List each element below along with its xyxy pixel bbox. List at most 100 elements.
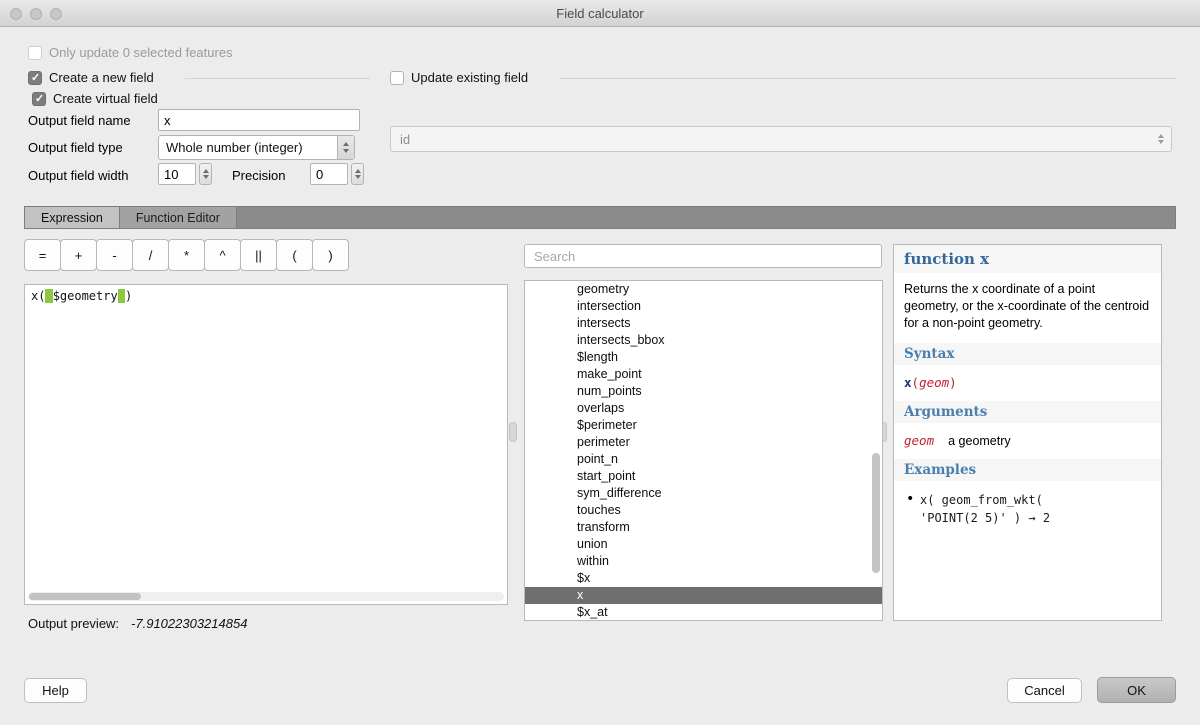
arrow-up-icon (343, 142, 349, 146)
group-divider (185, 78, 370, 79)
create-new-field-checkbox[interactable]: Create a new field (28, 70, 154, 85)
update-existing-field-label: Update existing field (411, 70, 528, 85)
argument-description: a geometry (948, 434, 1011, 448)
output-field-type-combobox[interactable]: Whole number (integer) (158, 135, 355, 160)
function-list-item[interactable]: num_points (525, 383, 882, 400)
function-list-item[interactable]: overlaps (525, 400, 882, 417)
stepper-icon[interactable] (337, 136, 354, 159)
function-help-panel: function x Returns the x coordinate of a… (893, 244, 1162, 621)
function-list-item[interactable]: intersects_bbox (525, 332, 882, 349)
arrow-up-icon (355, 169, 361, 173)
example-line-1: x( geom_from_wkt( (920, 491, 1153, 509)
ok-button[interactable]: OK (1097, 677, 1176, 703)
precision-stepper[interactable] (351, 163, 364, 185)
function-list-item-selected[interactable]: x (525, 587, 882, 604)
arrow-down-icon (355, 175, 361, 179)
only-update-label: Only update 0 selected features (49, 45, 233, 60)
window-minimize-button[interactable] (30, 8, 42, 20)
operator-buttons: = + - / * ^ || ( ) (24, 239, 348, 271)
function-list-item[interactable]: make_point (525, 366, 882, 383)
checkbox-checked-icon (28, 71, 42, 85)
create-virtual-field-checkbox[interactable]: Create virtual field (32, 91, 158, 106)
operator-multiply-button[interactable]: * (168, 239, 205, 271)
expression-editor[interactable]: x( $geometry ) (24, 284, 508, 605)
function-list-item[interactable]: point_n (525, 451, 882, 468)
arrow-down-icon (343, 149, 349, 153)
output-field-width-label: Output field width (28, 168, 128, 183)
operator-minus-button[interactable]: - (96, 239, 133, 271)
output-preview-label: Output preview: (28, 616, 119, 631)
width-stepper[interactable] (199, 163, 212, 185)
operator-open-paren-button[interactable]: ( (276, 239, 313, 271)
function-list-item[interactable]: intersects (525, 315, 882, 332)
precision-input[interactable] (310, 163, 348, 185)
function-list-item[interactable]: start_point (525, 468, 882, 485)
function-list-item[interactable]: $length (525, 349, 882, 366)
function-list-item[interactable]: $perimeter (525, 417, 882, 434)
chevron-up-down-icon (1151, 134, 1171, 144)
output-preview: Output preview: -7.91022303214854 (28, 616, 247, 631)
checkbox-unchecked-icon (28, 46, 42, 60)
vertical-scrollbar-thumb[interactable] (872, 453, 880, 573)
example-line-2: 'POINT(2 5)' ) → 2 (920, 509, 1153, 527)
update-existing-field-checkbox[interactable]: Update existing field (390, 70, 528, 85)
output-field-type-value: Whole number (integer) (159, 140, 337, 155)
help-syntax-heading: Syntax (894, 343, 1161, 365)
arrow-down-icon (203, 175, 209, 179)
traffic-lights (10, 8, 62, 20)
function-list-item[interactable]: geometry (525, 281, 882, 298)
function-search-input[interactable] (524, 244, 882, 268)
function-list-item[interactable]: $x (525, 570, 882, 587)
function-list-item[interactable]: sym_difference (525, 485, 882, 502)
bracket-highlight-icon (45, 289, 52, 303)
existing-field-value: id (391, 132, 1151, 147)
function-list-item[interactable]: within (525, 553, 882, 570)
tab-function-editor[interactable]: Function Editor (120, 207, 237, 228)
cancel-button[interactable]: Cancel (1007, 678, 1082, 703)
checkbox-unchecked-icon (390, 71, 404, 85)
title-bar: Field calculator (0, 0, 1200, 27)
tab-expression[interactable]: Expression (25, 207, 120, 228)
horizontal-scrollbar[interactable] (28, 592, 504, 601)
function-list: geometry intersection intersects interse… (524, 280, 883, 621)
field-calculator-dialog: Field calculator Only update 0 selected … (0, 0, 1200, 725)
window-title: Field calculator (556, 6, 643, 21)
help-examples-heading: Examples (894, 459, 1161, 481)
chevron-up-icon (1158, 134, 1164, 138)
help-argument-row: geom a geometry (894, 423, 1161, 452)
help-description: Returns the x coordinate of a point geom… (894, 273, 1161, 336)
function-list-item[interactable]: perimeter (525, 434, 882, 451)
existing-field-combobox[interactable]: id (390, 126, 1172, 152)
output-field-name-label: Output field name (28, 113, 131, 128)
function-list-item[interactable]: $x_at (525, 604, 882, 621)
only-update-checkbox[interactable]: Only update 0 selected features (28, 45, 233, 60)
bracket-highlight-icon (118, 289, 125, 303)
precision-label: Precision (232, 168, 285, 183)
operator-concat-button[interactable]: || (240, 239, 277, 271)
help-title: function x (894, 245, 1161, 273)
window-zoom-button[interactable] (50, 8, 62, 20)
output-field-name-input[interactable] (158, 109, 360, 131)
operator-power-button[interactable]: ^ (204, 239, 241, 271)
checkbox-checked-icon (32, 92, 46, 106)
function-list-item[interactable]: touches (525, 502, 882, 519)
function-list-item[interactable]: union (525, 536, 882, 553)
operator-plus-button[interactable]: + (60, 239, 97, 271)
help-arguments-heading: Arguments (894, 401, 1161, 423)
argument-name: geom (904, 433, 934, 448)
operator-close-paren-button[interactable]: ) (312, 239, 349, 271)
function-list-item[interactable]: transform (525, 519, 882, 536)
function-list-item[interactable]: intersection (525, 298, 882, 315)
window-close-button[interactable] (10, 8, 22, 20)
arrow-up-icon (203, 169, 209, 173)
splitter-handle-left[interactable] (509, 422, 517, 442)
tab-bar: Expression Function Editor (24, 206, 1176, 229)
create-new-field-label: Create a new field (49, 70, 154, 85)
operator-divide-button[interactable]: / (132, 239, 169, 271)
output-preview-value: -7.91022303214854 (131, 616, 247, 631)
scrollbar-thumb[interactable] (29, 593, 141, 600)
output-field-width-input[interactable] (158, 163, 196, 185)
operator-equals-button[interactable]: = (24, 239, 61, 271)
expression-text: x( $geometry ) (31, 289, 132, 303)
help-button[interactable]: Help (24, 678, 87, 703)
